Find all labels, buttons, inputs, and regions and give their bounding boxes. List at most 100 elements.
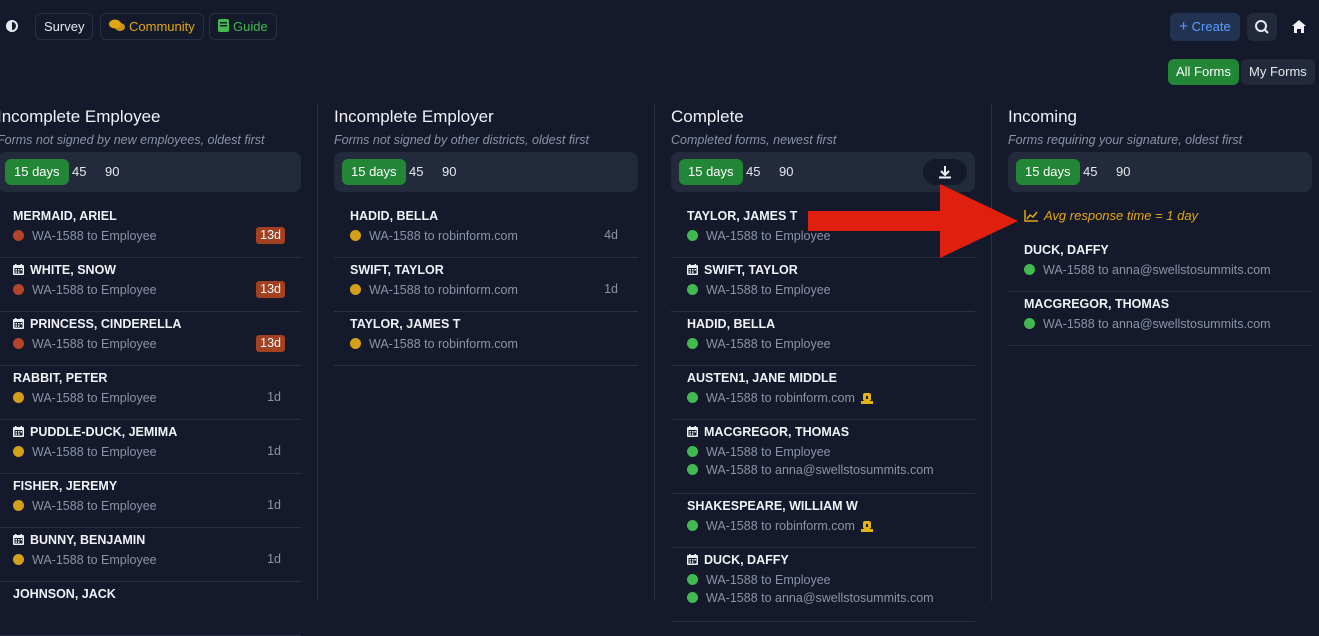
guide-button[interactable]: Guide: [209, 13, 277, 40]
person-name: RABBIT, PETER: [13, 371, 107, 385]
list-item[interactable]: HADID, BELLA WA-1588 to Employee: [671, 312, 975, 366]
list-item[interactable]: WHITE, SNOW WA-1588 to Employee 13d: [0, 258, 301, 312]
age-badge: 1d: [267, 390, 281, 404]
form-status-text: WA-1588 to Employee: [706, 283, 831, 297]
form-status-line: WA-1588 to Employee: [13, 497, 157, 515]
form-status-line: WA-1588 to Employee: [687, 281, 831, 299]
calendar-icon: [687, 554, 698, 568]
filter-15-days[interactable]: 15 days: [5, 159, 69, 185]
list-item[interactable]: SHAKESPEARE, WILLIAM W WA-1588 to robinfo…: [671, 494, 975, 548]
list-item[interactable]: SWIFT, TAYLOR WA-1588 to robinform.com 1d: [334, 258, 638, 312]
form-status-text: WA-1588 to Employee: [706, 445, 831, 459]
list-item[interactable]: MACGREGOR, THOMAS WA-1588 to anna@swellst…: [1008, 292, 1312, 346]
filter-45[interactable]: 45: [72, 159, 86, 185]
list-item[interactable]: BUNNY, BENJAMIN WA-1588 to Employee 1d: [0, 528, 301, 582]
form-status-line: WA-1588 to robinform.com: [350, 335, 518, 353]
my-forms-tab[interactable]: My Forms: [1241, 59, 1315, 85]
form-status-line: WA-1588 to Employee: [13, 281, 157, 299]
create-button[interactable]: + Create: [1170, 13, 1240, 41]
list-item[interactable]: HADID, BELLA WA-1588 to robinform.com 4d: [334, 204, 638, 258]
person-name: MACGREGOR, THOMAS: [1024, 297, 1169, 311]
list-item[interactable]: DUCK, DAFFY WA-1588 to Employee WA-1588 to…: [671, 548, 975, 622]
avg-response-time: Avg response time = 1 day: [1024, 208, 1198, 223]
person-name-text: TAYLOR, JAMES T: [350, 317, 461, 331]
age-badge: 1d: [604, 282, 618, 296]
status-dot-icon: [13, 338, 24, 349]
filter-90[interactable]: 90: [1116, 159, 1130, 185]
list-item[interactable]: PRINCESS, CINDERELLA WA-1588 to Employee 1…: [0, 312, 301, 366]
create-label: Create: [1191, 19, 1231, 34]
list-item[interactable]: MERMAID, ARIEL WA-1588 to Employee 13d: [0, 204, 301, 258]
community-button[interactable]: Community: [100, 13, 204, 40]
list-item[interactable]: DUCK, DAFFY WA-1588 to anna@swellstosummi…: [1008, 238, 1312, 292]
chat-bubbles-icon: [109, 15, 125, 40]
form-status-text: WA-1588 to Employee: [32, 391, 157, 405]
theme-toggle-icon[interactable]: [6, 20, 18, 32]
calendar-icon: [13, 318, 24, 332]
status-dot-icon: [1024, 318, 1035, 329]
filter-45[interactable]: 45: [1083, 159, 1097, 185]
list-item[interactable]: FISHER, JEREMY WA-1588 to Employee 1d: [0, 474, 301, 528]
survey-button[interactable]: Survey: [35, 13, 94, 40]
person-name: HADID, BELLA: [350, 209, 438, 223]
form-status-text: WA-1588 to Employee: [32, 499, 157, 513]
form-status-text: WA-1588 to robinform.com: [706, 519, 855, 533]
person-name-text: FISHER, JEREMY: [13, 479, 118, 493]
avg-response-text: Avg response time = 1 day: [1044, 208, 1199, 223]
list-item[interactable]: TAYLOR, JAMES T WA-1588 to robinform.com: [334, 312, 638, 366]
status-dot-icon: [350, 338, 361, 349]
form-status-line: WA-1588 to Employee: [13, 551, 157, 569]
filter-15-days[interactable]: 15 days: [342, 159, 406, 185]
list-item[interactable]: RABBIT, PETER WA-1588 to Employee 1d: [0, 366, 301, 420]
survey-label: Survey: [44, 19, 85, 34]
search-button[interactable]: [1247, 13, 1277, 41]
person-name: TAYLOR, JAMES T: [350, 317, 460, 331]
person-name: MACGREGOR, THOMAS: [687, 425, 849, 440]
list-item[interactable]: PUDDLE-DUCK, JEMIMA WA-1588 to Employee 1d: [0, 420, 301, 474]
person-name-text: SHAKESPEARE, WILLIAM W: [687, 499, 858, 513]
person-name: JOHNSON, JACK: [13, 587, 116, 601]
age-filter-bar: 15 days 45 90: [334, 152, 638, 192]
status-dot-icon: [687, 338, 698, 349]
status-dot-icon: [13, 230, 24, 241]
person-name-text: AUSTEN1, JANE MIDDLE: [687, 371, 838, 385]
book-icon: [218, 15, 229, 40]
filter-15-days[interactable]: 15 days: [679, 159, 743, 185]
filter-90[interactable]: 90: [442, 159, 456, 185]
person-name-text: DUCK, DAFFY: [704, 553, 789, 567]
age-badge: 1d: [267, 444, 281, 458]
status-dot-icon: [13, 392, 24, 403]
person-name-text: MACGREGOR, THOMAS: [704, 425, 850, 439]
download-button[interactable]: [923, 159, 967, 185]
person-name: FISHER, JEREMY: [13, 479, 117, 493]
filter-15-days[interactable]: 15 days: [1016, 159, 1080, 185]
filter-45[interactable]: 45: [409, 159, 423, 185]
filter-90[interactable]: 90: [105, 159, 119, 185]
person-name-text: SWIFT, TAYLOR: [350, 263, 444, 277]
list-item[interactable]: JOHNSON, JACK: [0, 582, 301, 636]
filter-90[interactable]: 90: [779, 159, 793, 185]
home-button[interactable]: [1285, 13, 1313, 41]
person-name: PUDDLE-DUCK, JEMIMA: [13, 425, 177, 440]
form-status-line: WA-1588 to anna@swellstosummits.com: [687, 461, 934, 479]
search-icon: [1255, 20, 1269, 34]
column-subtitle: Forms not signed by other districts, old…: [334, 133, 589, 147]
status-dot-icon: [350, 230, 361, 241]
form-status-line: WA-1588 to Employee: [13, 389, 157, 407]
list-item[interactable]: AUSTEN1, JANE MIDDLE WA-1588 to robinform…: [671, 366, 975, 420]
form-status-text: WA-1588 to Employee: [706, 337, 831, 351]
list-item[interactable]: MACGREGOR, THOMAS WA-1588 to Employee WA-1…: [671, 420, 975, 494]
form-status-line: WA-1588 to robinform.com: [687, 389, 873, 407]
list-item[interactable]: SWIFT, TAYLOR WA-1588 to Employee: [671, 258, 975, 312]
column-title: Incoming: [1008, 107, 1077, 126]
person-name-text: WHITE, SNOW: [30, 263, 117, 277]
form-status-text: WA-1588 to Employee: [32, 445, 157, 459]
form-status-text: WA-1588 to robinform.com: [369, 229, 518, 243]
guide-label: Guide: [233, 19, 268, 34]
calendar-icon: [13, 264, 24, 278]
person-name: DUCK, DAFFY: [1024, 243, 1109, 257]
filter-45[interactable]: 45: [746, 159, 760, 185]
form-status-line: WA-1588 to Employee: [13, 335, 157, 353]
person-name: SHAKESPEARE, WILLIAM W: [687, 499, 858, 513]
all-forms-tab[interactable]: All Forms: [1168, 59, 1239, 85]
